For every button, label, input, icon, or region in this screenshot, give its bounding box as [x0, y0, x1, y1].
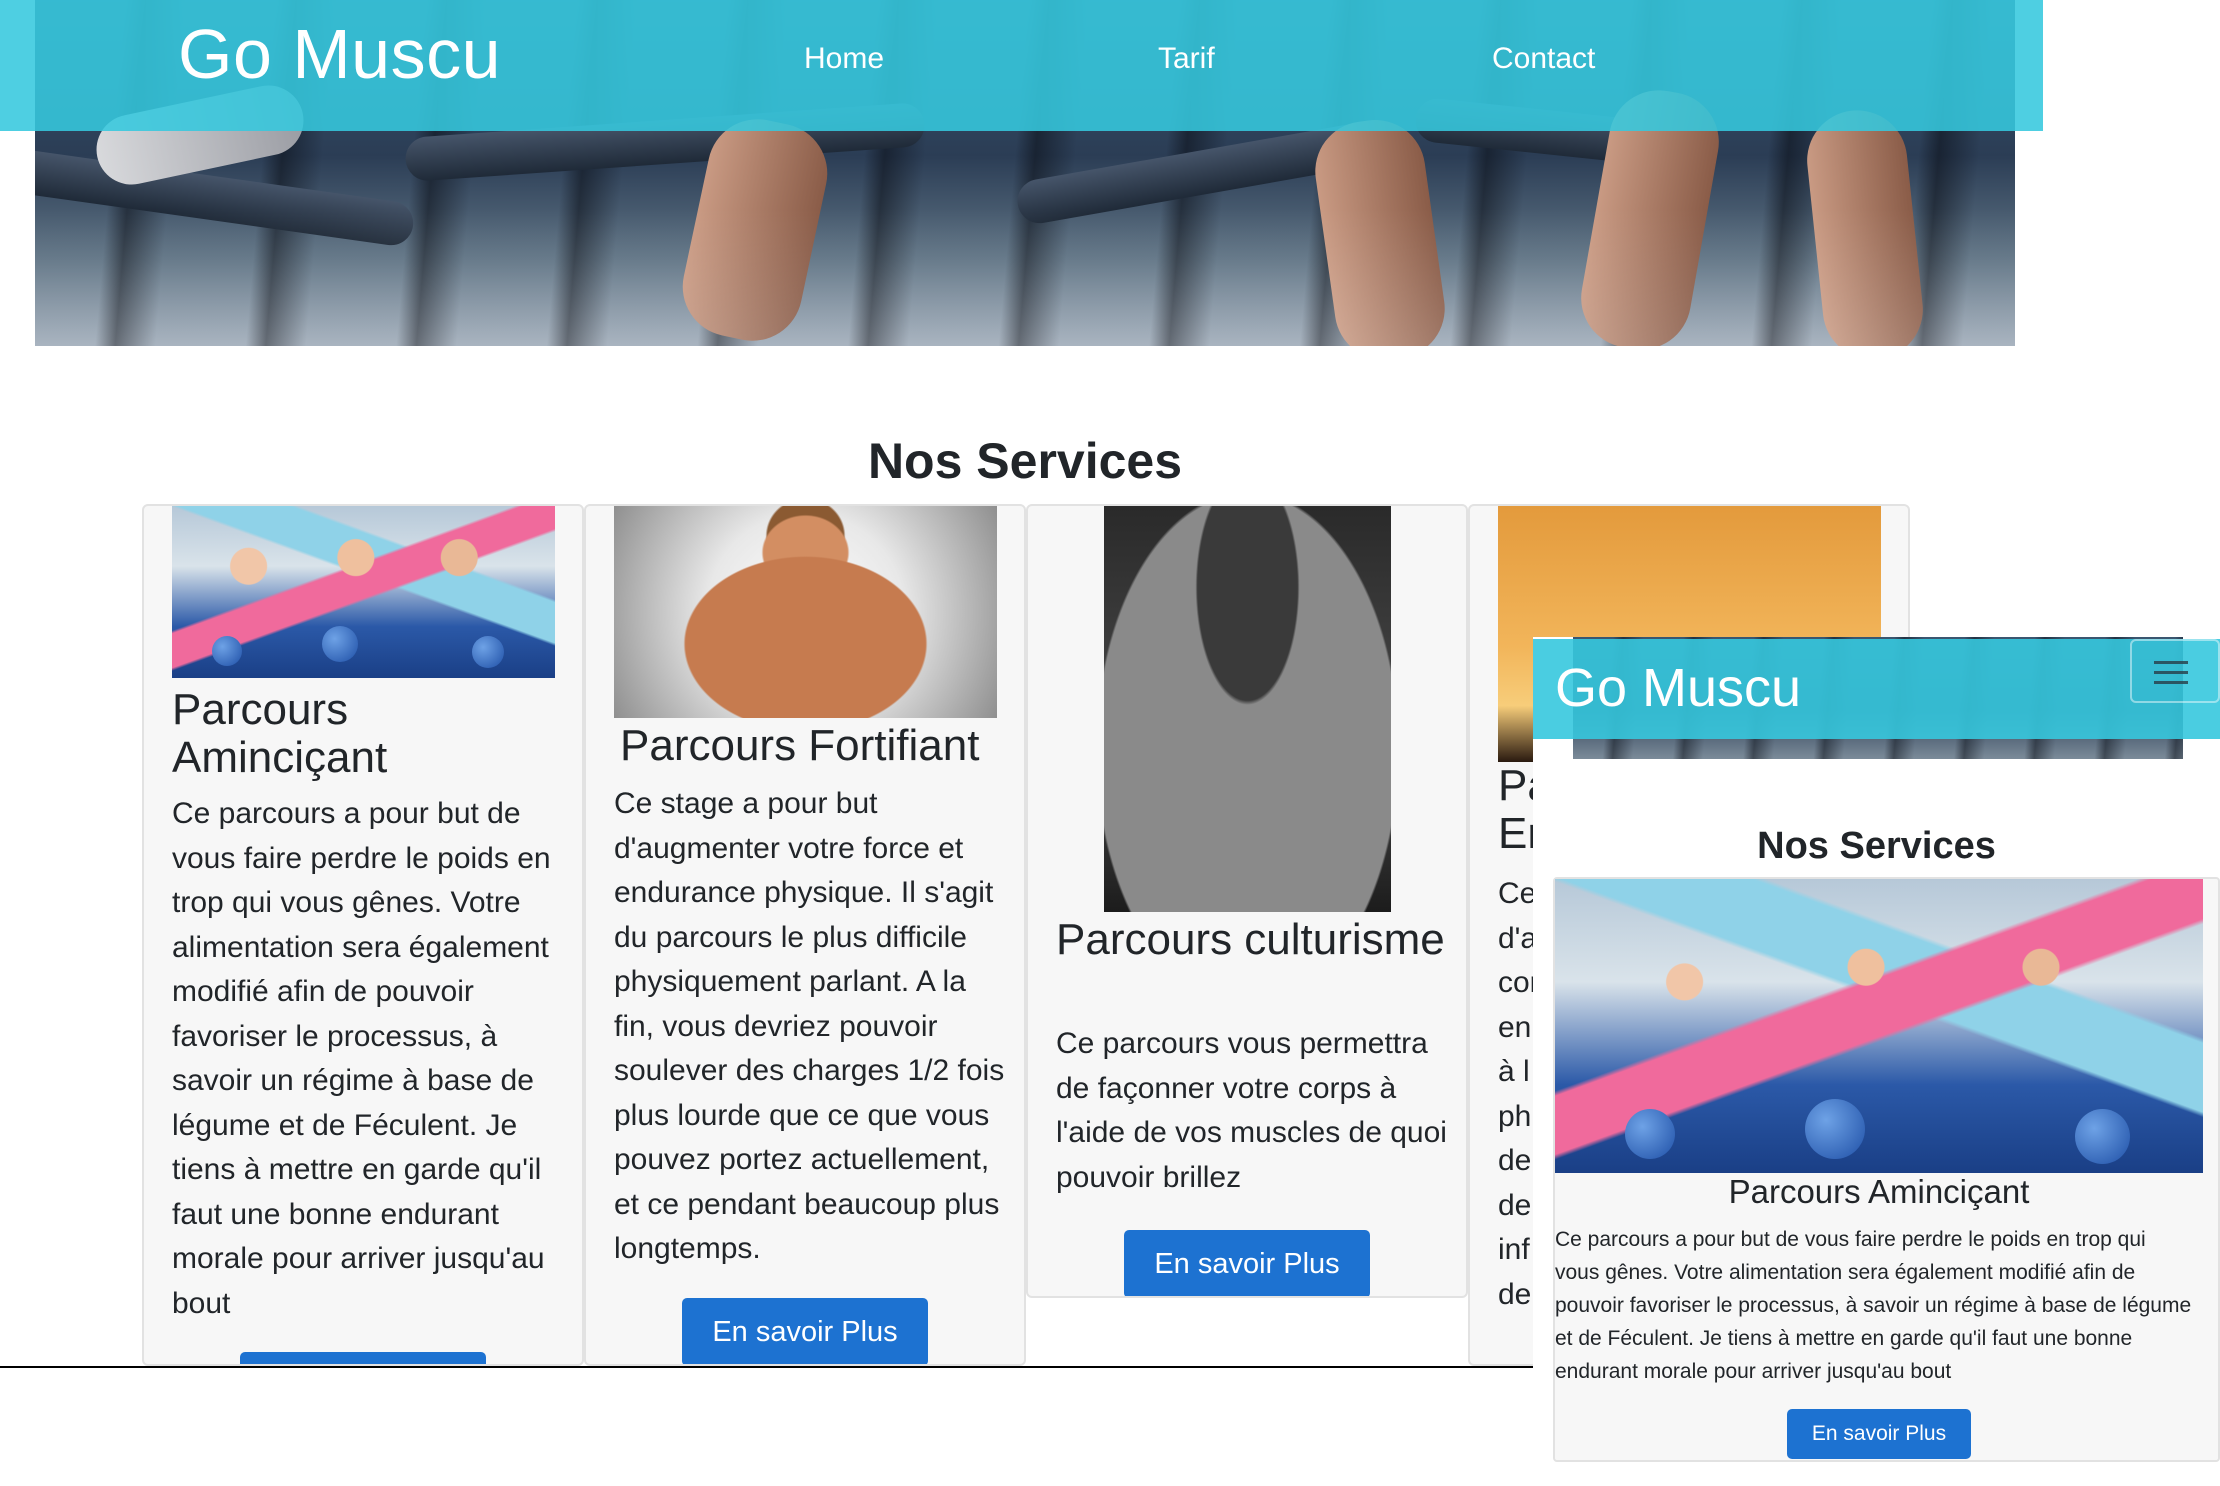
card-title: Parcours Fortifiant	[620, 721, 980, 770]
card-image-fitness	[172, 506, 555, 678]
service-card-culturisme: Parcours culturisme Ce parcours vous per…	[1026, 504, 1468, 1298]
top-navbar: Go Muscu Home Tarif Contact	[0, 0, 2043, 131]
service-card-fortifiant: Parcours Fortifiant Ce stage a pour but …	[584, 504, 1026, 1366]
mobile-brand-logo[interactable]: Go Muscu	[1555, 657, 1801, 719]
mobile-card-text: Ce parcours a pour but de vous faire per…	[1555, 1228, 2192, 1383]
mobile-section-title: Nos Services	[1757, 825, 1996, 867]
card-text: Ce parcours vous permettra de façonner v…	[1056, 1027, 1447, 1194]
section-title: Nos Services	[867, 433, 1183, 489]
mobile-preview: Go Muscu Nos Services Parcours Aminciçan…	[1533, 637, 2220, 1462]
card-text: Ce parcours a pour but de vous faire per…	[172, 797, 551, 1320]
hamburger-icon[interactable]	[2130, 639, 2220, 703]
card-image-bodybuilder	[1104, 506, 1391, 912]
learn-more-button[interactable]	[240, 1352, 486, 1364]
mobile-card-title: Parcours Aminciçant	[1728, 1173, 2030, 1210]
mobile-navbar: Go Muscu	[1533, 639, 2220, 739]
card-title: Parcours culturisme	[1056, 915, 1445, 964]
service-card-amincissant: Parcours Aminciçant Ce parcours a pour b…	[142, 504, 584, 1366]
mobile-card-image-fitness	[1555, 879, 2203, 1173]
learn-more-button[interactable]: En savoir Plus	[1124, 1230, 1370, 1296]
nav-home[interactable]: Home	[804, 42, 884, 76]
nav-tarif[interactable]: Tarif	[1158, 42, 1215, 76]
mobile-service-card: Parcours Aminciçant Ce parcours a pour b…	[1553, 877, 2220, 1462]
nav-contact[interactable]: Contact	[1492, 42, 1595, 76]
learn-more-button[interactable]: En savoir Plus	[682, 1298, 928, 1364]
brand-logo[interactable]: Go Muscu	[178, 14, 501, 94]
card-text: Ce stage a pour but d'augmenter votre fo…	[614, 787, 1005, 1265]
card-title: Parcours Aminciçant	[172, 685, 388, 782]
divider-line	[0, 1366, 1540, 1368]
mobile-learn-more-button[interactable]: En savoir Plus	[1787, 1409, 1971, 1459]
card-image-model	[614, 506, 997, 718]
